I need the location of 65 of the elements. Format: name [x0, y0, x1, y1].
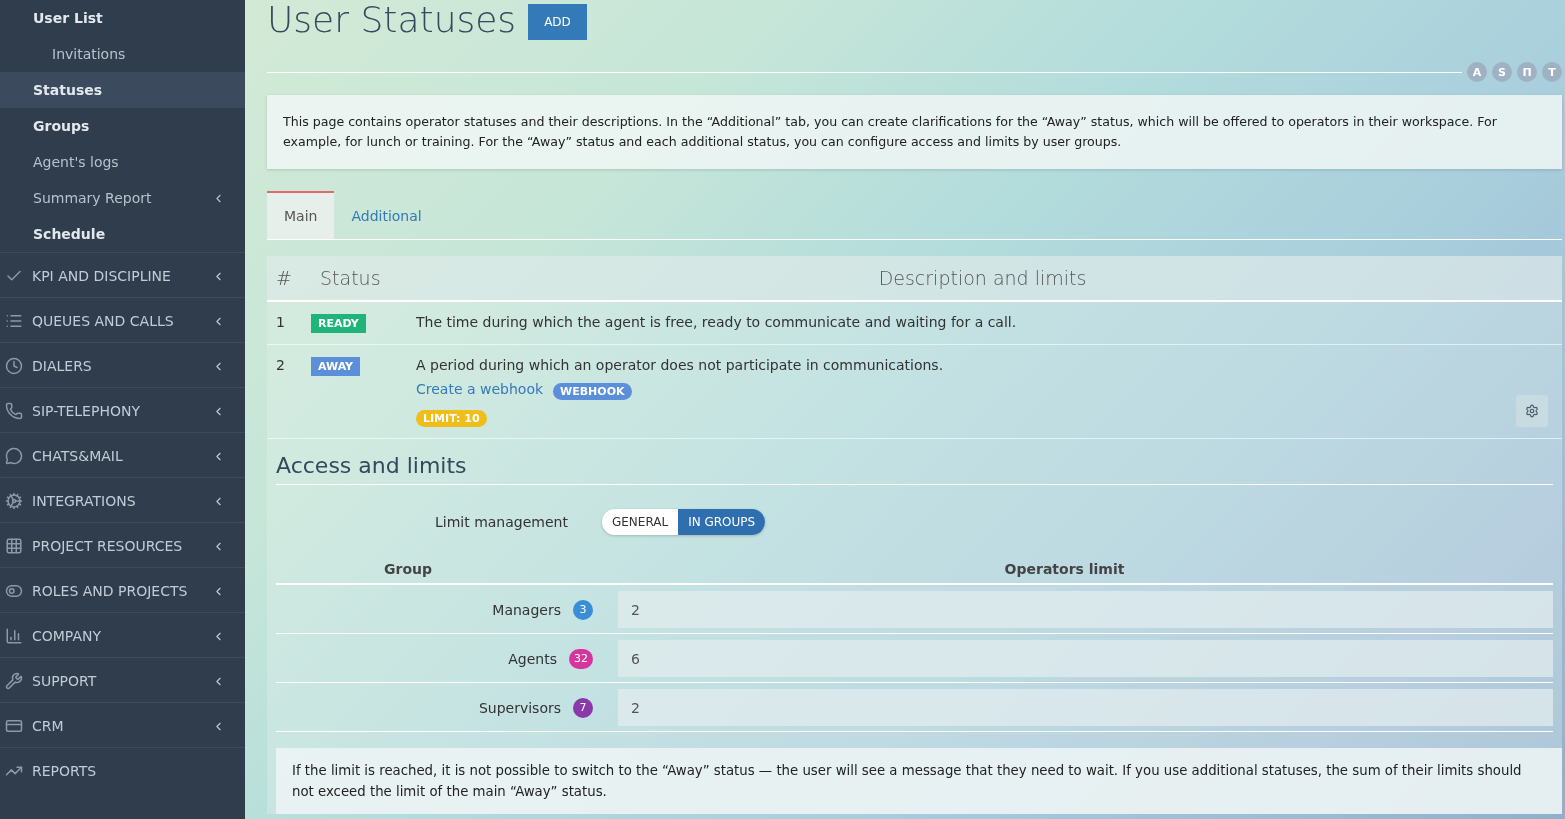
- limit-tag: LIMIT: 10: [416, 410, 487, 427]
- bar-chart-icon: [5, 627, 23, 645]
- mode-option[interactable]: GENERAL: [601, 509, 679, 535]
- column-header: Group: [383, 561, 433, 577]
- clock-icon: [5, 357, 23, 375]
- limit-label: Limit management: [435, 514, 568, 530]
- sidebar-item[interactable]: Schedule: [0, 216, 245, 252]
- sidebar-item[interactable]: Summary Report: [0, 180, 245, 216]
- settings-button[interactable]: [1516, 395, 1548, 427]
- section-label: PROJECT RESOURCES: [32, 538, 184, 554]
- section-label: SUPPORT: [32, 673, 98, 689]
- sidebar-item[interactable]: Agent's logs: [0, 144, 245, 180]
- webhook-link[interactable]: Create a webhook: [416, 380, 544, 397]
- section-label: DIALERS: [32, 358, 93, 374]
- limit-field[interactable]: 6: [618, 640, 1553, 677]
- toggle-icon: [5, 582, 23, 600]
- list-icon: [5, 312, 23, 330]
- wrench-icon: [5, 672, 23, 690]
- section-label: REPORTS: [32, 763, 98, 779]
- count-badge: 7: [573, 697, 593, 718]
- info-text: This page contains operator statuses and their descriptions. In the “Additional” tab, you can create clarifications for the “Away” status, which will be offered to operators in their workspace. For example, for lunch or training. For the “Away” status and each additional status, you can configure access and limits by user groups.: [267, 95, 1562, 169]
- status-label: AWAY: [311, 357, 361, 376]
- section-label: INTEGRATIONS: [32, 493, 137, 509]
- card-icon: [5, 717, 23, 735]
- mode-toggle[interactable]: GENERAL IN GROUPS: [601, 509, 766, 535]
- webhook-tag: WEBHOOK: [553, 383, 632, 400]
- tab[interactable]: Main: [267, 191, 335, 239]
- sidebar-item[interactable]: Invitations: [0, 36, 245, 72]
- section-label: CRM: [32, 718, 65, 734]
- section-title: Access and limits: [276, 453, 1553, 485]
- tab[interactable]: Additional: [334, 191, 439, 239]
- status-label: READY: [311, 314, 366, 333]
- grid-icon: [5, 537, 23, 555]
- count-badge: 3: [573, 599, 593, 620]
- limit-field[interactable]: 2: [618, 591, 1553, 628]
- column-header: #: [275, 267, 293, 289]
- row-number: 1: [275, 314, 286, 332]
- row-number: 2: [275, 357, 286, 375]
- chat-bubble-icon: [5, 447, 23, 465]
- group-name: Agents: [508, 650, 557, 667]
- section-label: QUEUES AND CALLS: [32, 313, 175, 329]
- group-name: Managers: [492, 601, 561, 618]
- group-name: Supervisors: [478, 699, 561, 716]
- column-header: Operators limit: [1003, 561, 1126, 577]
- mode-option[interactable]: IN GROUPS: [678, 509, 766, 535]
- column-header: Status: [319, 267, 382, 289]
- section-label: KPI AND DISCIPLINE: [32, 268, 172, 284]
- section-label: ROLES AND PROJECTS: [32, 583, 189, 599]
- status-description: A period during which an operator does not participate in communications.: [416, 357, 944, 373]
- sidebar-item[interactable]: Groups: [0, 108, 245, 144]
- section-label: CHATS&MAIL: [32, 448, 124, 464]
- sidebar-item[interactable]: Statuses: [0, 72, 245, 108]
- gears-icon: [5, 492, 23, 510]
- column-header: Description and limits: [877, 267, 1088, 289]
- phone-icon: [5, 402, 23, 420]
- section-label: SIP-TELEPHONY: [32, 403, 141, 419]
- section-label: COMPANY: [32, 628, 103, 644]
- note-text: If the limit is reached, it is not possible to switch to the “Away” status — the user will see a message that they need to wait. If you use additional statuses, the sum of their limits should not exceed the limit of the main “Away” status.: [276, 748, 1562, 814]
- add-button[interactable]: ADD: [528, 4, 587, 40]
- gear-icon: [1525, 404, 1539, 418]
- count-badge: 32: [569, 648, 593, 669]
- sidebar-item[interactable]: User List: [0, 0, 245, 36]
- page-title: User Statuses: [267, 0, 517, 40]
- status-description: The time during which the agent is free, ready to communicate and waiting for a call.: [416, 314, 1017, 330]
- limit-field[interactable]: 2: [618, 689, 1553, 726]
